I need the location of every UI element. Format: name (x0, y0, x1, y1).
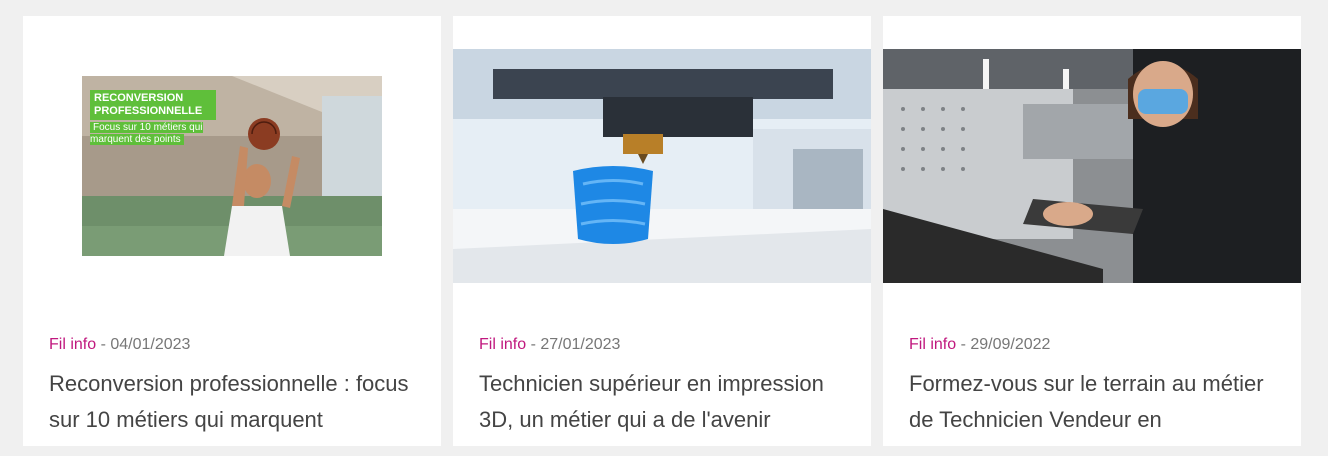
meta-separator: - (526, 336, 541, 353)
article-meta: Fil info - 04/01/2023 (49, 336, 190, 354)
article-meta: Fil info - 29/09/2022 (909, 336, 1050, 354)
article-category-link[interactable]: Fil info (909, 336, 956, 353)
article-image-basketball[interactable]: RECONVERSION PROFESSIONNELLE Focus sur 1… (82, 76, 382, 256)
article-title-link[interactable]: Technicien supérieur en impression 3D, u… (479, 366, 854, 438)
article-card[interactable]: Fil info - 27/01/2023 Technicien supérie… (453, 16, 871, 446)
article-title-link[interactable]: Reconversion professionnelle : focus sur… (49, 366, 424, 438)
article-category-link[interactable]: Fil info (49, 336, 96, 353)
article-cards-grid: RECONVERSION PROFESSIONNELLE Focus sur 1… (0, 0, 1328, 456)
article-image-workshop[interactable] (883, 49, 1301, 283)
article-meta: Fil info - 27/01/2023 (479, 336, 620, 354)
article-title-link[interactable]: Formez-vous sur le terrain au métier de … (909, 366, 1284, 438)
article-card[interactable]: Fil info - 29/09/2022 Formez-vous sur le… (883, 16, 1301, 446)
image-overlay-title: RECONVERSION PROFESSIONNELLE (90, 90, 216, 120)
meta-separator: - (956, 336, 971, 353)
workshop-photo (883, 49, 1301, 283)
article-date: 04/01/2023 (110, 336, 191, 353)
article-card[interactable]: RECONVERSION PROFESSIONNELLE Focus sur 1… (23, 16, 441, 446)
article-image-3d-printer[interactable] (453, 49, 871, 283)
3d-printer-photo (453, 49, 871, 283)
meta-separator: - (96, 336, 111, 353)
image-overlay-subtitle: Focus sur 10 métiers qui marquent des po… (90, 122, 203, 145)
article-date: 29/09/2022 (970, 336, 1051, 353)
article-category-link[interactable]: Fil info (479, 336, 526, 353)
article-date: 27/01/2023 (540, 336, 621, 353)
